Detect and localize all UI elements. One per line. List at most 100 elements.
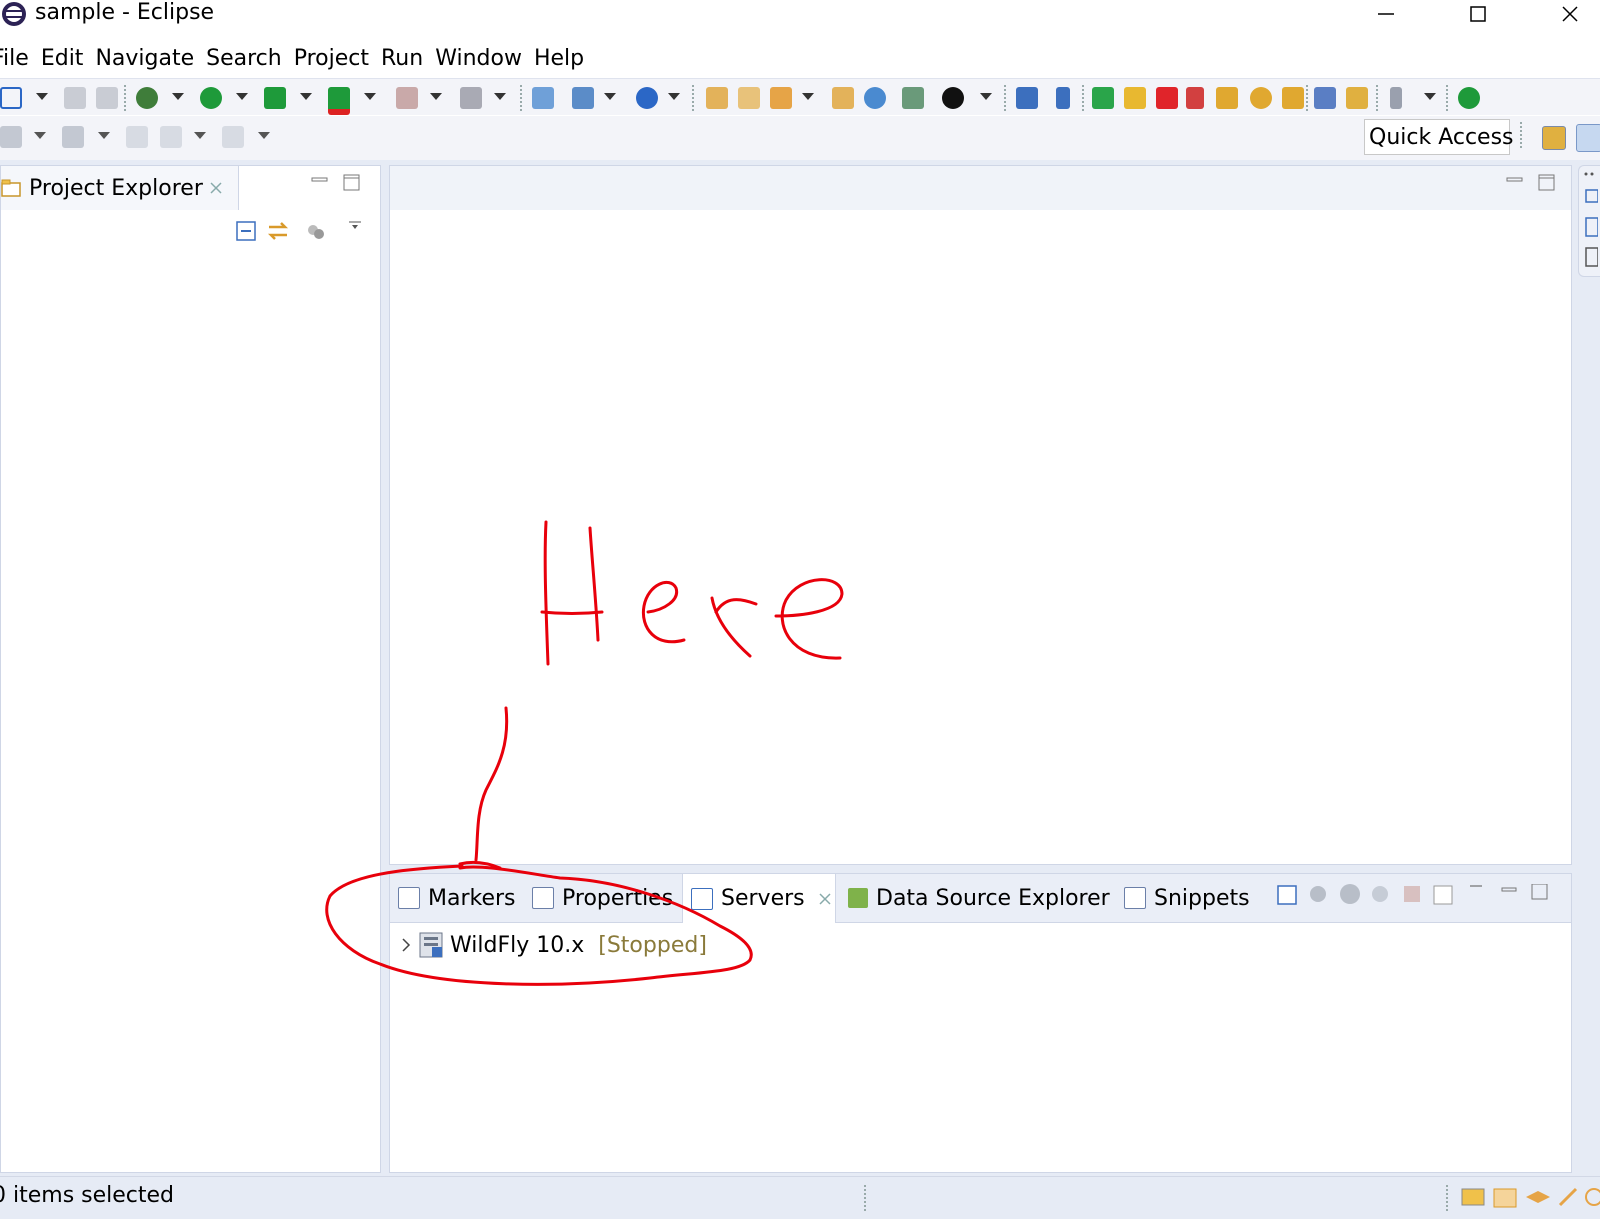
minimize-icon [1378,13,1394,15]
deploy-icon[interactable] [460,87,482,109]
debug-icon[interactable] [136,87,158,109]
step-return-icon[interactable] [1282,87,1304,109]
last-edit-location-icon[interactable] [126,126,148,148]
forward-dropdown-icon[interactable] [258,132,270,139]
stop-server-icon[interactable] [1404,886,1420,902]
save-icon[interactable] [64,87,86,109]
chevron-right-icon[interactable] [398,935,414,955]
java-ee-perspective-icon[interactable] [1576,124,1600,152]
tab-snippets[interactable]: Snippets [1124,874,1250,922]
start-server-icon[interactable] [1340,884,1360,904]
collapse-all-icon[interactable] [1277,885,1297,905]
new-server-icon[interactable] [572,87,594,109]
maximize-button[interactable] [1448,0,1508,28]
step-into-icon[interactable] [1216,87,1238,109]
previous-annotation-dropdown-icon[interactable] [98,132,110,139]
menu-edit[interactable]: Edit [35,44,90,74]
open-perspective-icon[interactable] [1542,126,1566,150]
stop-icon[interactable] [396,87,418,109]
tab-label: Servers [721,886,805,911]
new-server-dropdown-icon[interactable] [604,93,616,100]
next-annotation-icon[interactable] [0,126,22,148]
view-menu-icon[interactable] [347,220,363,232]
external-tools-icon[interactable] [328,87,350,115]
account-dropdown-icon[interactable] [980,93,992,100]
run-icon[interactable] [200,87,222,109]
debug-dropdown-icon[interactable] [172,93,184,100]
minimize-view-icon[interactable] [1501,887,1517,892]
back-dropdown-icon[interactable] [194,132,206,139]
list-item[interactable]: WildFly 10.x [Stopped] [398,930,707,960]
close-tab-icon[interactable] [817,891,833,907]
use-step-filters-icon[interactable] [1346,87,1368,109]
account-icon[interactable] [942,87,964,109]
maximize-view-icon[interactable] [1531,884,1548,900]
debug-server-icon[interactable] [1310,886,1326,902]
terminate-icon[interactable] [1156,87,1178,109]
status-trim-icons[interactable] [1460,1185,1600,1211]
run-server-dropdown-icon[interactable] [300,93,312,100]
previous-annotation-icon[interactable] [62,126,84,148]
open-folder-icon[interactable] [832,87,854,109]
new-dropdown-icon[interactable] [36,93,48,100]
remote-icon[interactable] [902,87,924,109]
tab-project-explorer[interactable]: Project Explorer [1,166,239,210]
close-tab-icon[interactable] [208,180,224,196]
open-type-icon[interactable] [706,87,728,109]
disconnect-icon[interactable] [1186,87,1204,109]
minimize-editor-icon[interactable] [1506,174,1524,186]
menu-run[interactable]: Run [375,44,429,74]
suspend-icon[interactable] [1124,87,1146,109]
maximize-view-icon[interactable] [343,174,361,192]
open-resource-icon[interactable] [738,87,760,109]
deploy-dropdown-icon[interactable] [494,93,506,100]
tab-data-source-explorer[interactable]: Data Source Explorer [848,874,1110,922]
globe-icon[interactable] [864,87,886,109]
publish-icon[interactable] [1433,885,1453,905]
run-dropdown-icon[interactable] [236,93,248,100]
search-tools-dropdown-icon[interactable] [802,93,814,100]
tab-servers[interactable]: Servers [682,874,836,923]
menu-search[interactable]: Search [200,44,288,74]
menu-navigate[interactable]: Navigate [89,44,200,74]
menu-file[interactable]: File [0,44,35,74]
new-icon[interactable] [0,87,22,109]
drop-to-frame-icon[interactable] [1314,87,1336,109]
menu-window[interactable]: Window [429,44,528,74]
profile-server-icon[interactable] [1372,886,1388,902]
tab-markers[interactable]: Markers [398,874,516,922]
new-spring-dropdown-icon[interactable] [668,93,680,100]
step-over-icon[interactable] [1250,87,1272,109]
save-all-icon[interactable] [96,87,118,109]
resume-icon[interactable] [1092,87,1114,109]
forward-icon[interactable] [222,126,244,148]
external-tools-dropdown-icon[interactable] [364,93,376,100]
tab-properties[interactable]: Properties [532,874,673,922]
filter-icon[interactable] [305,222,327,242]
run-server-icon[interactable] [264,87,286,109]
collapse-all-icon[interactable] [235,220,257,242]
menu-project[interactable]: Project [288,44,375,74]
next-annotation-dropdown-icon[interactable] [34,132,46,139]
skip-breakpoints-icon[interactable] [1056,87,1070,109]
servers-view-toolbar [1277,884,1548,905]
quick-access-field[interactable]: Quick Access [1364,119,1514,155]
minimize-view-icon[interactable] [311,174,329,186]
tab-label: Project Explorer [29,175,203,201]
monitor-icon[interactable] [1016,87,1038,109]
back-icon[interactable] [160,126,182,148]
servers-config-icon[interactable] [1390,87,1402,109]
stop-dropdown-icon[interactable] [430,93,442,100]
power-icon[interactable] [1458,87,1480,109]
new-spring-icon[interactable] [636,87,658,109]
new-project-icon[interactable] [532,87,554,109]
servers-config-dropdown-icon[interactable] [1424,93,1436,100]
close-window-button[interactable] [1540,0,1600,28]
editor-area [389,165,1572,865]
trim-view-icons[interactable] [1582,170,1598,270]
search-tools-icon[interactable] [770,87,792,109]
minimize-button[interactable] [1356,0,1416,28]
maximize-editor-icon[interactable] [1538,174,1556,192]
link-with-editor-icon[interactable] [265,218,291,244]
menu-help[interactable]: Help [528,44,590,74]
